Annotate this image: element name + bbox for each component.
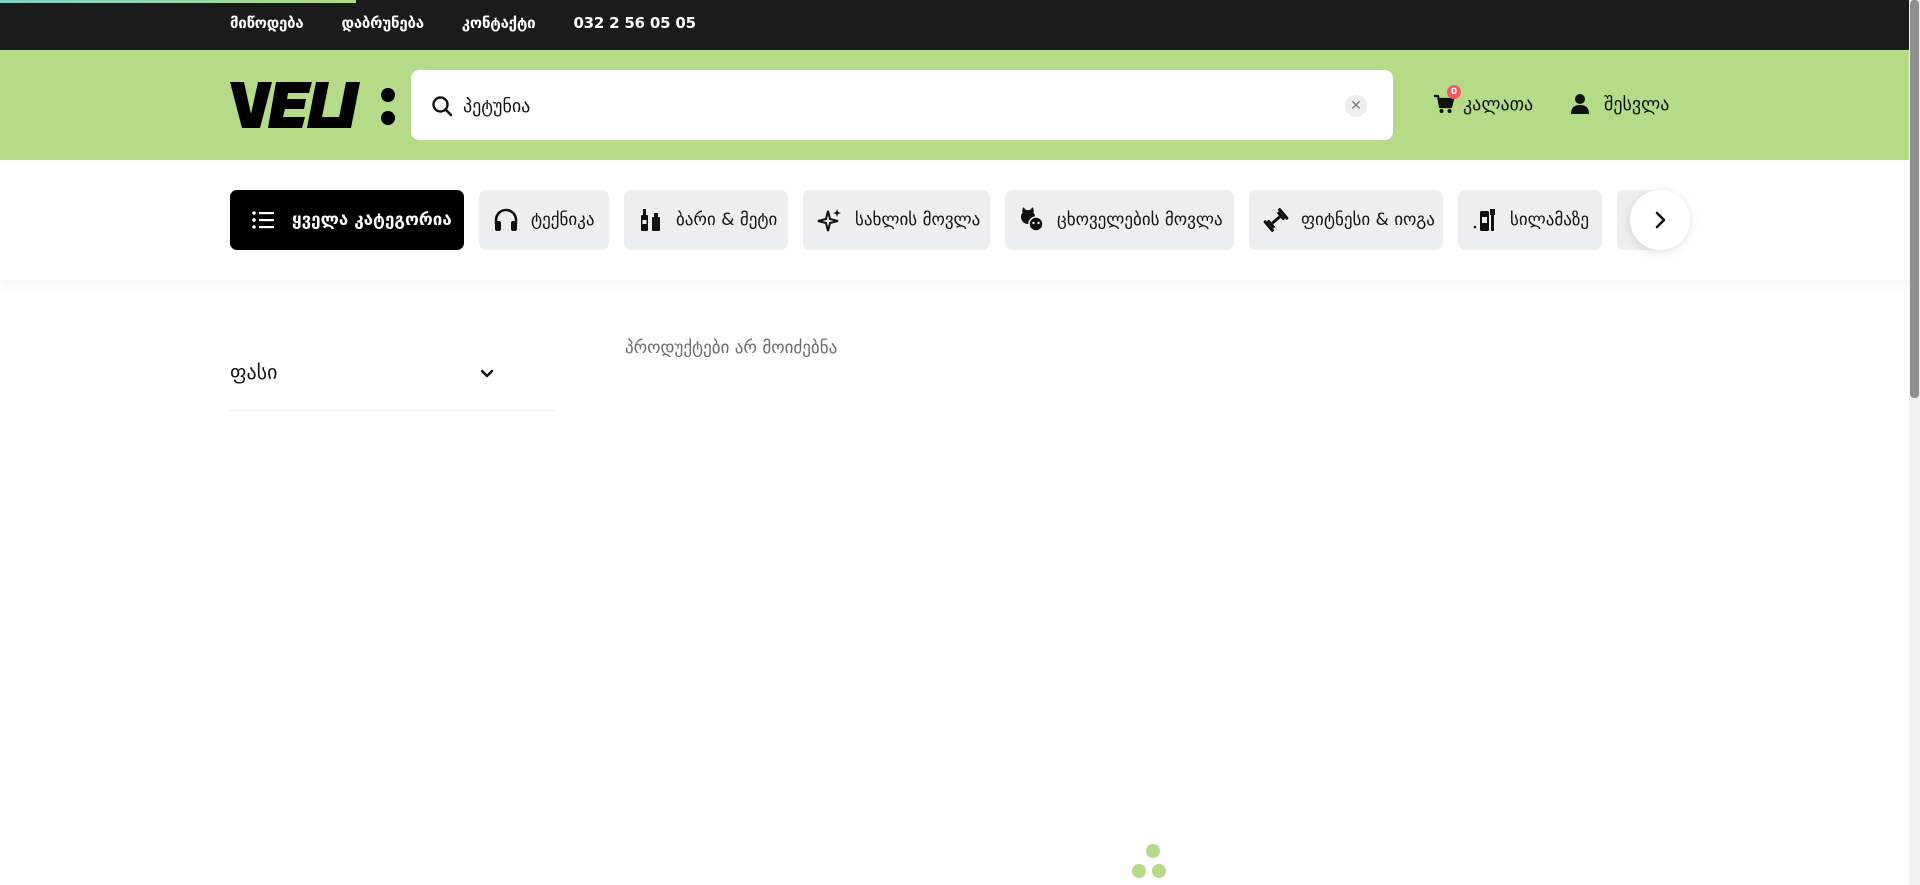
category-label: ფიტნესი & იოგა	[1301, 210, 1435, 230]
cosmetics-icon	[1473, 209, 1495, 231]
category-label: ცხოველების მოვლა	[1057, 210, 1223, 230]
category-label: სილამაზე	[1510, 210, 1590, 230]
category-beauty[interactable]: სილამაზე	[1458, 190, 1602, 250]
search-box: ✕	[411, 70, 1393, 140]
chevron-down-icon	[480, 369, 494, 378]
category-label: ბარი & მეტი	[676, 210, 778, 230]
categories-next-button[interactable]	[1630, 190, 1690, 250]
returns-link[interactable]: დაბრუნება	[342, 14, 424, 32]
veli-logo[interactable]	[230, 82, 396, 128]
price-filter-label: ფასი	[230, 360, 278, 384]
top-links: მიწოდება დაბრუნება კონტაქტი 032 2 56 05 …	[230, 14, 734, 32]
search-icon	[432, 96, 453, 117]
category-label: სახლის მოვლა	[855, 210, 981, 230]
category-bar-more[interactable]: ბარი & მეტი	[624, 190, 788, 250]
login-button[interactable]: შესვლა	[1570, 84, 1669, 124]
category-fitness-yoga[interactable]: ფიტნესი & იოგა	[1249, 190, 1443, 250]
search-input[interactable]	[461, 88, 1315, 124]
category-home-care[interactable]: სახლის მოვლა	[803, 190, 990, 250]
list-icon	[252, 211, 274, 229]
cart-icon: 0	[1433, 85, 1461, 115]
headphones-icon	[494, 208, 518, 231]
category-electronics[interactable]: ტექნიკა	[479, 190, 609, 250]
dumbbell-icon	[1263, 207, 1289, 233]
user-icon	[1571, 94, 1589, 114]
scrollbar-thumb[interactable]	[1910, 0, 1919, 398]
chevron-right-icon	[1655, 211, 1666, 229]
category-all[interactable]: ყველა კატეგორია	[230, 190, 464, 250]
category-bar: ყველა კატეგორია ტექნიკა ბარი & მეტი სახლ…	[0, 160, 1909, 280]
no-results-message: პროდუქტები არ მოიძებნა	[625, 338, 838, 358]
loader-dot	[1146, 844, 1160, 858]
loader-dot	[1132, 864, 1146, 878]
page-scrollbar[interactable]	[1909, 0, 1920, 885]
sparkle-icon	[817, 209, 841, 232]
loader-dot	[1152, 864, 1166, 878]
cart-button[interactable]: 0 კალათა	[1433, 84, 1533, 124]
shipping-link[interactable]: მიწოდება	[230, 14, 304, 32]
cart-count-badge: 0	[1447, 85, 1461, 99]
category-label: ყველა კატეგორია	[292, 210, 452, 230]
cart-label: კალათა	[1463, 93, 1534, 115]
header: ✕ 0 კალათა შესვლა	[0, 50, 1909, 160]
bottles-icon	[641, 209, 660, 231]
phone-link[interactable]: 032 2 56 05 05	[573, 14, 696, 32]
login-label: შესვლა	[1604, 93, 1670, 115]
pets-icon	[1021, 207, 1044, 232]
price-filter[interactable]: ფასი	[230, 355, 554, 411]
clear-search-icon[interactable]: ✕	[1345, 95, 1367, 117]
contact-link[interactable]: კონტაქტი	[462, 14, 536, 32]
category-pet-care[interactable]: ცხოველების მოვლა	[1005, 190, 1234, 250]
category-label: ტექნიკა	[531, 210, 595, 230]
top-bar: მიწოდება დაბრუნება კონტაქტი 032 2 56 05 …	[0, 0, 1909, 50]
page-load-progress	[0, 0, 356, 3]
